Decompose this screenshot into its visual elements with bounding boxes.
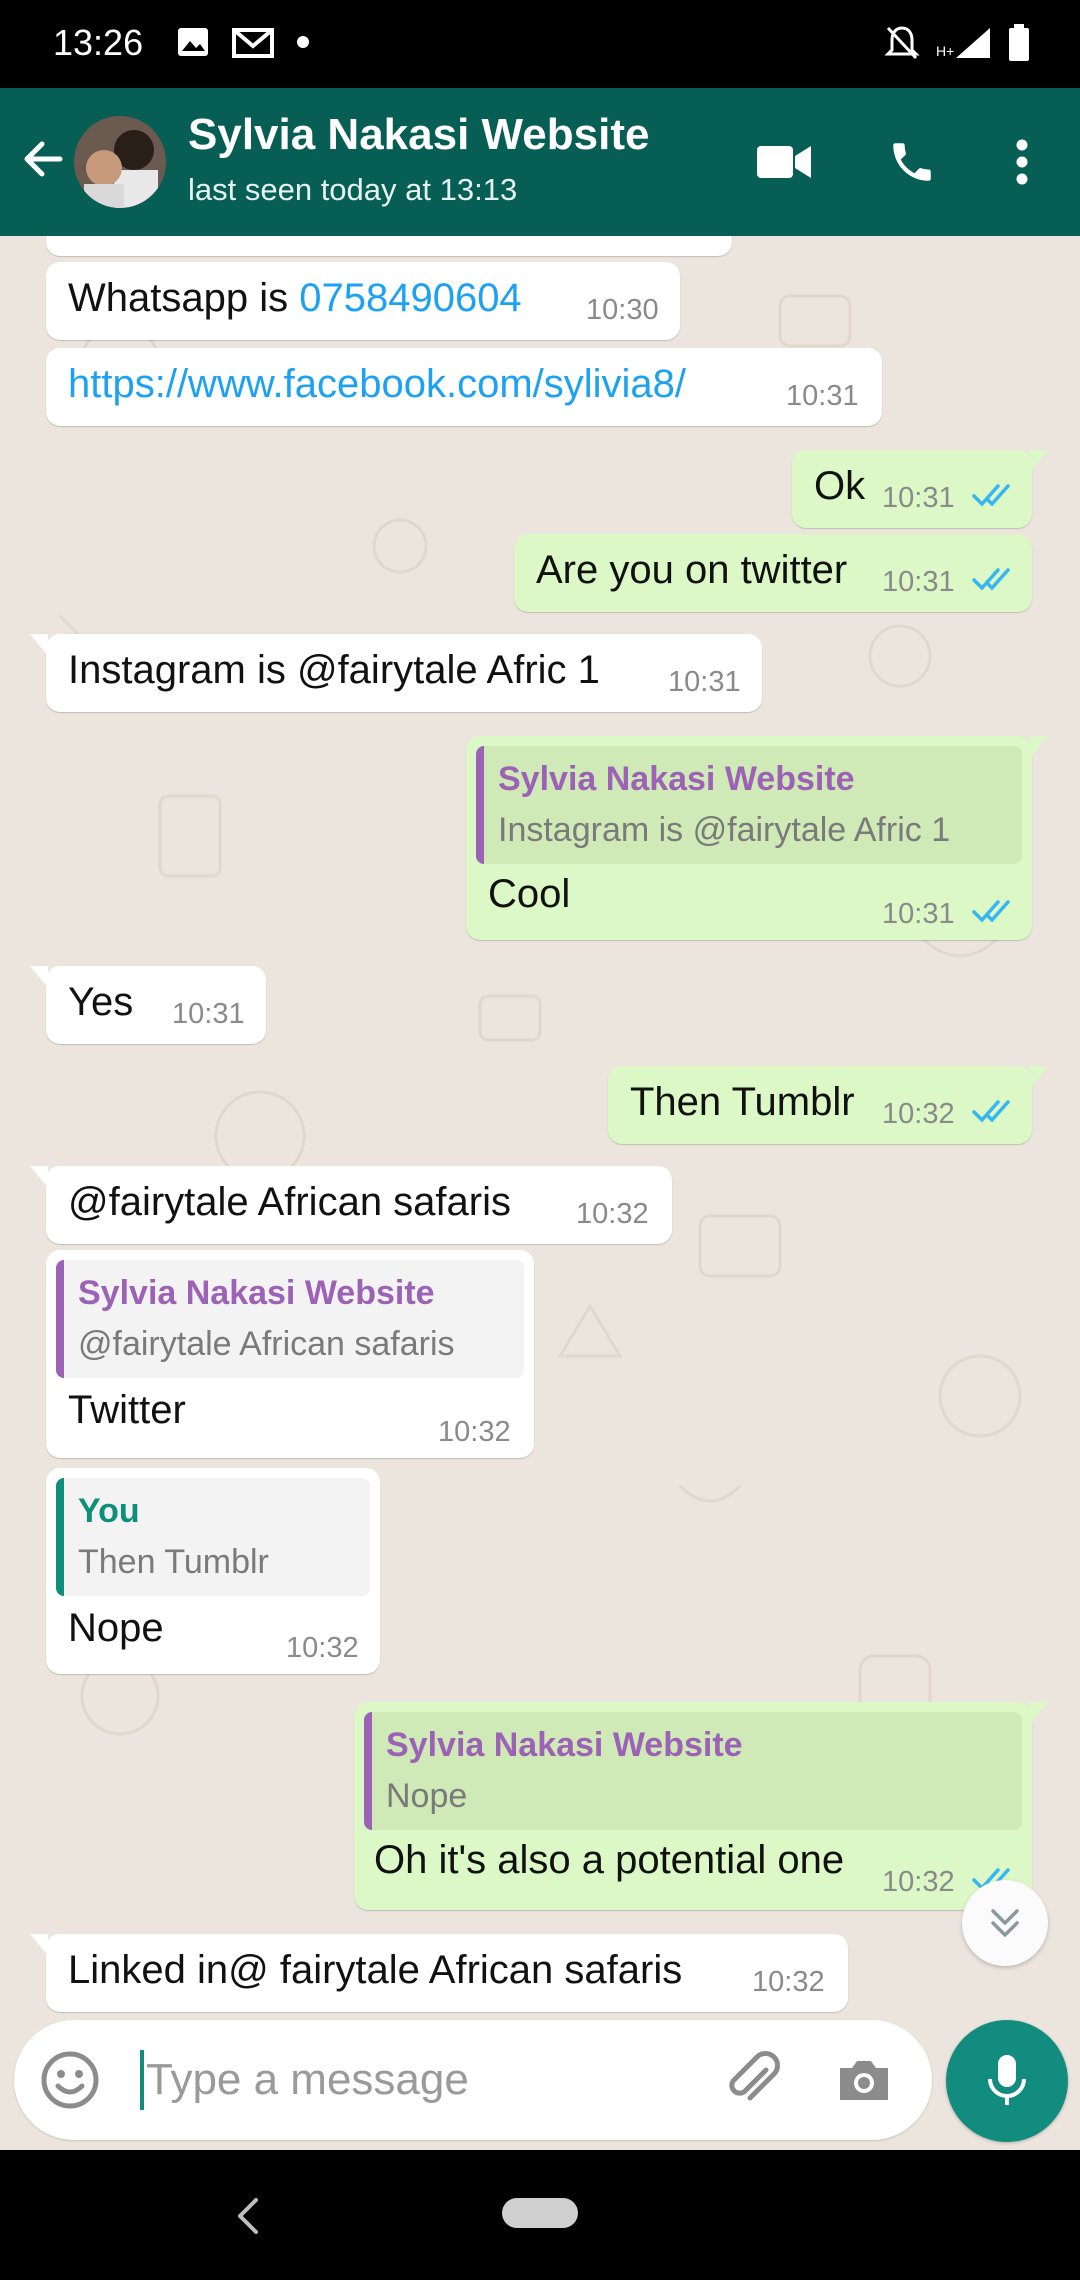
system-nav-bar <box>0 2152 1080 2280</box>
message-bubble-outgoing[interactable]: Ok 10:31 <box>792 450 1048 528</box>
emoji-icon[interactable] <box>38 2048 102 2112</box>
message-bubble-incoming-reply[interactable]: You Then Tumblr Nope 10:32 <box>46 1468 380 1674</box>
message-time: 10:32 <box>576 1198 649 1230</box>
svg-text:H+: H+ <box>936 43 954 59</box>
url-link[interactable]: https://www.facebook.com/sylivia8/ <box>68 362 686 407</box>
quoted-text: Then Tumblr <box>78 1543 269 1581</box>
read-receipt-icon <box>972 484 1010 507</box>
message-text: @fairytale African safaris <box>68 1180 511 1224</box>
more-options-button[interactable] <box>992 132 1052 192</box>
message-text: Oh it's also a potential one <box>374 1838 845 1882</box>
gmail-icon <box>232 28 274 58</box>
more-vert-icon <box>1016 139 1028 185</box>
quoted-message[interactable]: Sylvia Nakasi Website Nope <box>364 1712 1022 1830</box>
image-icon <box>178 28 208 56</box>
message-time: 10:30 <box>586 294 659 326</box>
message-text: Ok <box>814 464 866 508</box>
contact-name[interactable]: Sylvia Nakasi Website <box>188 110 649 160</box>
last-seen-status: last seen today at 13:13 <box>188 172 518 207</box>
avatar-photo <box>74 116 166 208</box>
mute-icon <box>884 26 920 60</box>
message-time: 10:31 <box>172 998 245 1030</box>
message-time: 10:32 <box>882 1098 955 1130</box>
back-arrow-icon[interactable] <box>16 132 70 186</box>
read-receipt-icon <box>972 1100 1010 1123</box>
message-text: Twitter <box>68 1388 186 1432</box>
phone-icon <box>893 143 931 181</box>
message-bubble-incoming-reply[interactable]: Sylvia Nakasi Website @fairytale African… <box>46 1250 534 1458</box>
quoted-text: @fairytale African safaris <box>78 1325 455 1363</box>
signal-icon: H+ <box>936 28 990 59</box>
message-text: Are you on twitter <box>536 548 848 592</box>
scroll-to-bottom-button[interactable] <box>962 1880 1048 1966</box>
message-time: 10:31 <box>882 566 955 598</box>
message-bubble-incoming[interactable]: Instagram is @fairytale Afric 1 10:31 <box>30 634 762 712</box>
read-receipt-icon <box>972 900 1010 923</box>
message-time: 10:32 <box>438 1416 511 1448</box>
quoted-message[interactable]: Sylvia Nakasi Website Instagram is @fair… <box>476 746 1022 864</box>
message-bubble-outgoing[interactable]: Are you on twitter 10:31 <box>514 534 1032 612</box>
text-cursor <box>140 2050 144 2110</box>
video-call-icon <box>757 146 811 178</box>
message-text: Instagram is @fairytale Afric 1 <box>68 648 600 692</box>
message-bubble-incoming[interactable]: Whatsapp is 0758490604 10:30 <box>46 262 680 340</box>
phone-number-link[interactable]: 0758490604 <box>299 276 521 320</box>
chat-header: Sylvia Nakasi Website last seen today at… <box>0 88 1080 236</box>
avatar[interactable] <box>74 116 166 208</box>
message-bubble-partial[interactable] <box>46 236 732 256</box>
video-call-button[interactable] <box>754 132 814 192</box>
quoted-message[interactable]: Sylvia Nakasi Website @fairytale African… <box>56 1260 524 1378</box>
message-text: Linked in@ fairytale African safaris <box>68 1948 683 1992</box>
nav-back-icon[interactable] <box>226 2188 266 2244</box>
message-text: Then Tumblr <box>630 1080 855 1124</box>
message-time: 10:31 <box>668 666 741 698</box>
message-time: 10:32 <box>752 1966 825 1998</box>
chat-area[interactable]: Whatsapp is 0758490604 10:30 https://www… <box>0 236 1080 2150</box>
attach-icon[interactable] <box>720 2048 784 2112</box>
message-bubble-incoming[interactable]: @fairytale African safaris 10:32 <box>30 1166 672 1244</box>
quoted-text: Nope <box>386 1777 468 1815</box>
dot-icon <box>297 36 309 48</box>
quoted-sender: Sylvia Nakasi Website <box>78 1274 435 1312</box>
nav-home-pill[interactable] <box>502 2198 578 2228</box>
message-time: 10:31 <box>882 482 955 514</box>
message-time: 10:32 <box>882 1866 955 1898</box>
mic-icon <box>988 2055 1026 2105</box>
battery-icon <box>1009 24 1029 61</box>
message-bubble-outgoing-reply[interactable]: Sylvia Nakasi Website Instagram is @fair… <box>466 736 1048 940</box>
message-input[interactable] <box>146 2048 706 2112</box>
camera-icon[interactable] <box>832 2048 896 2112</box>
message-bubble-incoming[interactable]: Linked in@ fairytale African safaris 10:… <box>30 1934 848 2012</box>
message-bubble-outgoing[interactable]: Then Tumblr 10:32 <box>608 1066 1048 1144</box>
message-bubble-incoming[interactable]: https://www.facebook.com/sylivia8/ 10:31 <box>46 348 882 426</box>
voice-message-button[interactable] <box>946 2020 1068 2142</box>
voice-call-button[interactable] <box>882 132 942 192</box>
read-receipt-icon <box>972 568 1010 591</box>
status-time: 13:26 <box>53 22 144 63</box>
double-chevron-down-icon <box>991 1909 1019 1937</box>
message-time: 10:32 <box>286 1632 359 1664</box>
quoted-message[interactable]: You Then Tumblr <box>56 1478 370 1596</box>
message-bubble-incoming[interactable]: Yes 10:31 <box>30 966 266 1044</box>
message-time: 10:31 <box>786 380 859 412</box>
quoted-sender: You <box>78 1492 140 1530</box>
message-text: Yes <box>68 980 134 1024</box>
message-composer <box>14 2020 932 2140</box>
message-bubble-outgoing-reply[interactable]: Sylvia Nakasi Website Nope Oh it's also … <box>354 1702 1048 1910</box>
message-time: 10:31 <box>882 898 955 930</box>
message-text: Whatsapp is 0758490604 <box>68 276 522 320</box>
quoted-sender: Sylvia Nakasi Website <box>386 1726 743 1764</box>
status-bar: 13:26 H+ <box>0 0 1080 88</box>
quoted-sender: Sylvia Nakasi Website <box>498 760 855 798</box>
message-text: Cool <box>488 872 571 916</box>
message-text: Nope <box>68 1606 164 1650</box>
quoted-text: Instagram is @fairytale Afric 1 <box>498 811 951 849</box>
